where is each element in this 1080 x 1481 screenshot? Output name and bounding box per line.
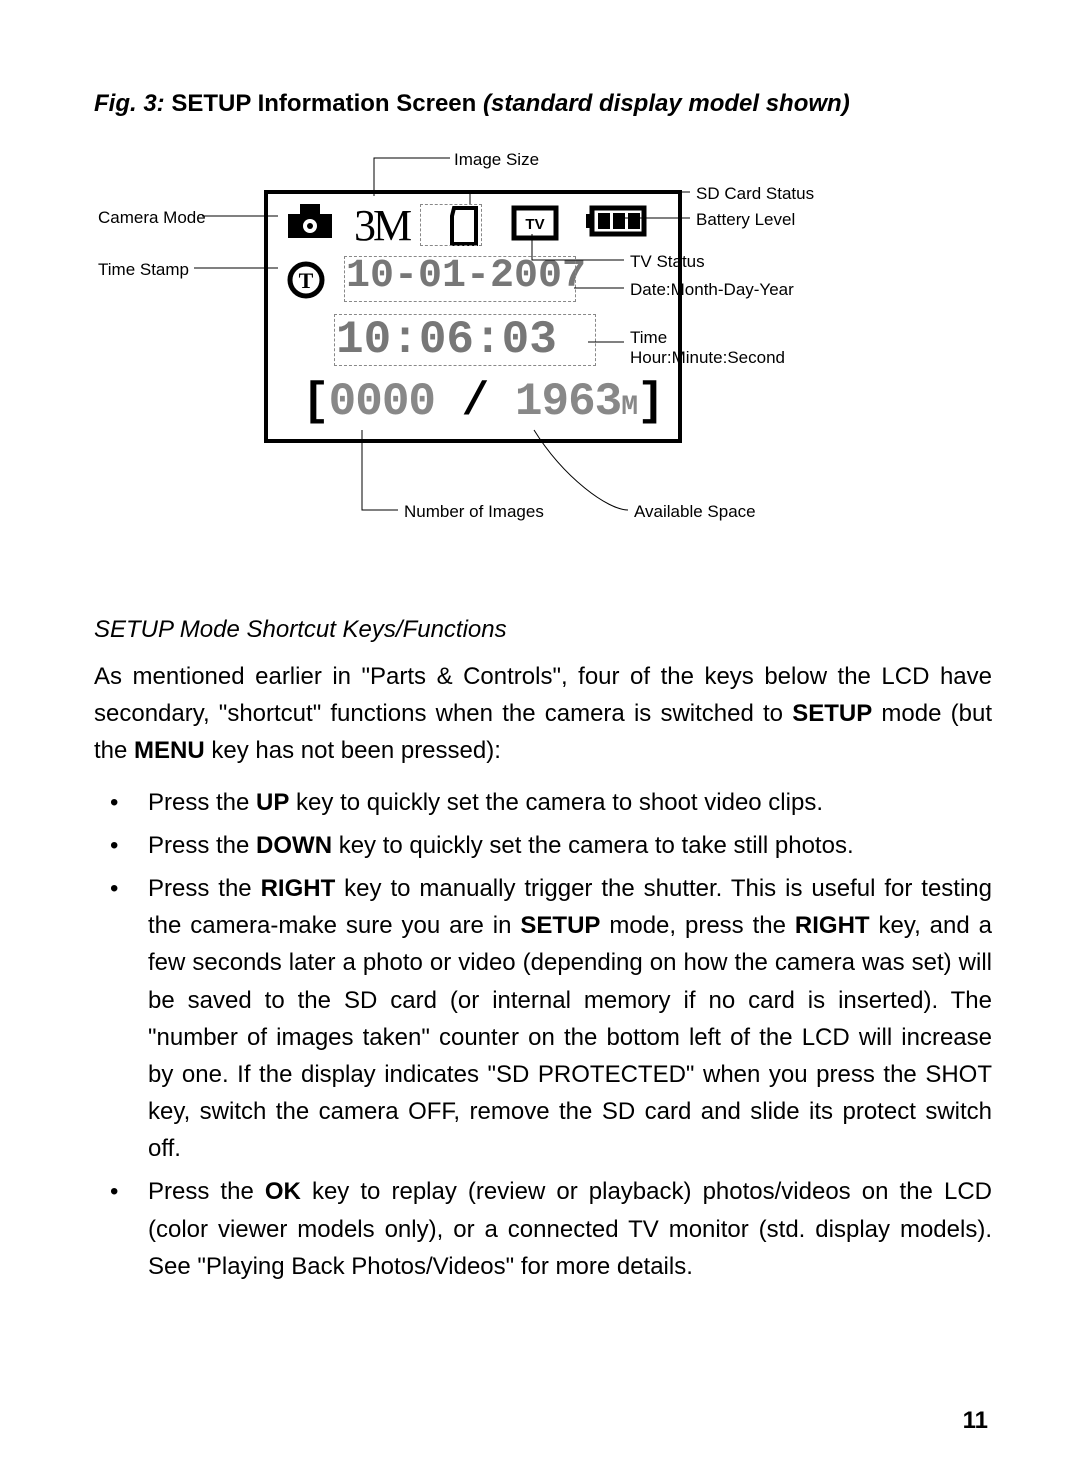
figure-title-bold: SETUP Information Screen (171, 90, 476, 117)
page-number: 11 (963, 1407, 988, 1435)
intro-menu: MENU (134, 737, 205, 764)
diagram-leader-lines (94, 148, 994, 528)
bullet-up: Press the UP key to quickly set the came… (102, 784, 992, 821)
intro-paragraph: As mentioned earlier in "Parts & Control… (94, 658, 992, 770)
bullet-down: Press the DOWN key to quickly set the ca… (102, 827, 992, 864)
intro-text-3: key has not been pressed): (205, 737, 501, 764)
shortcut-list: Press the UP key to quickly set the came… (102, 784, 992, 1285)
bullet-right: Press the RIGHT key to manually trigger … (102, 870, 992, 1168)
bullet-ok: Press the OK key to replay (review or pl… (102, 1173, 992, 1285)
section-heading: SETUP Mode Shortcut Keys/Functions (94, 616, 992, 644)
figure-caption: Fig. 3: SETUP Information Screen (standa… (94, 90, 992, 118)
figure-prefix: Fig. 3: (94, 90, 171, 117)
intro-setup: SETUP (792, 700, 872, 727)
figure-title-italic: (standard display model shown) (476, 90, 849, 117)
setup-info-diagram: 3M TV T 10-01-2007 (94, 148, 994, 528)
